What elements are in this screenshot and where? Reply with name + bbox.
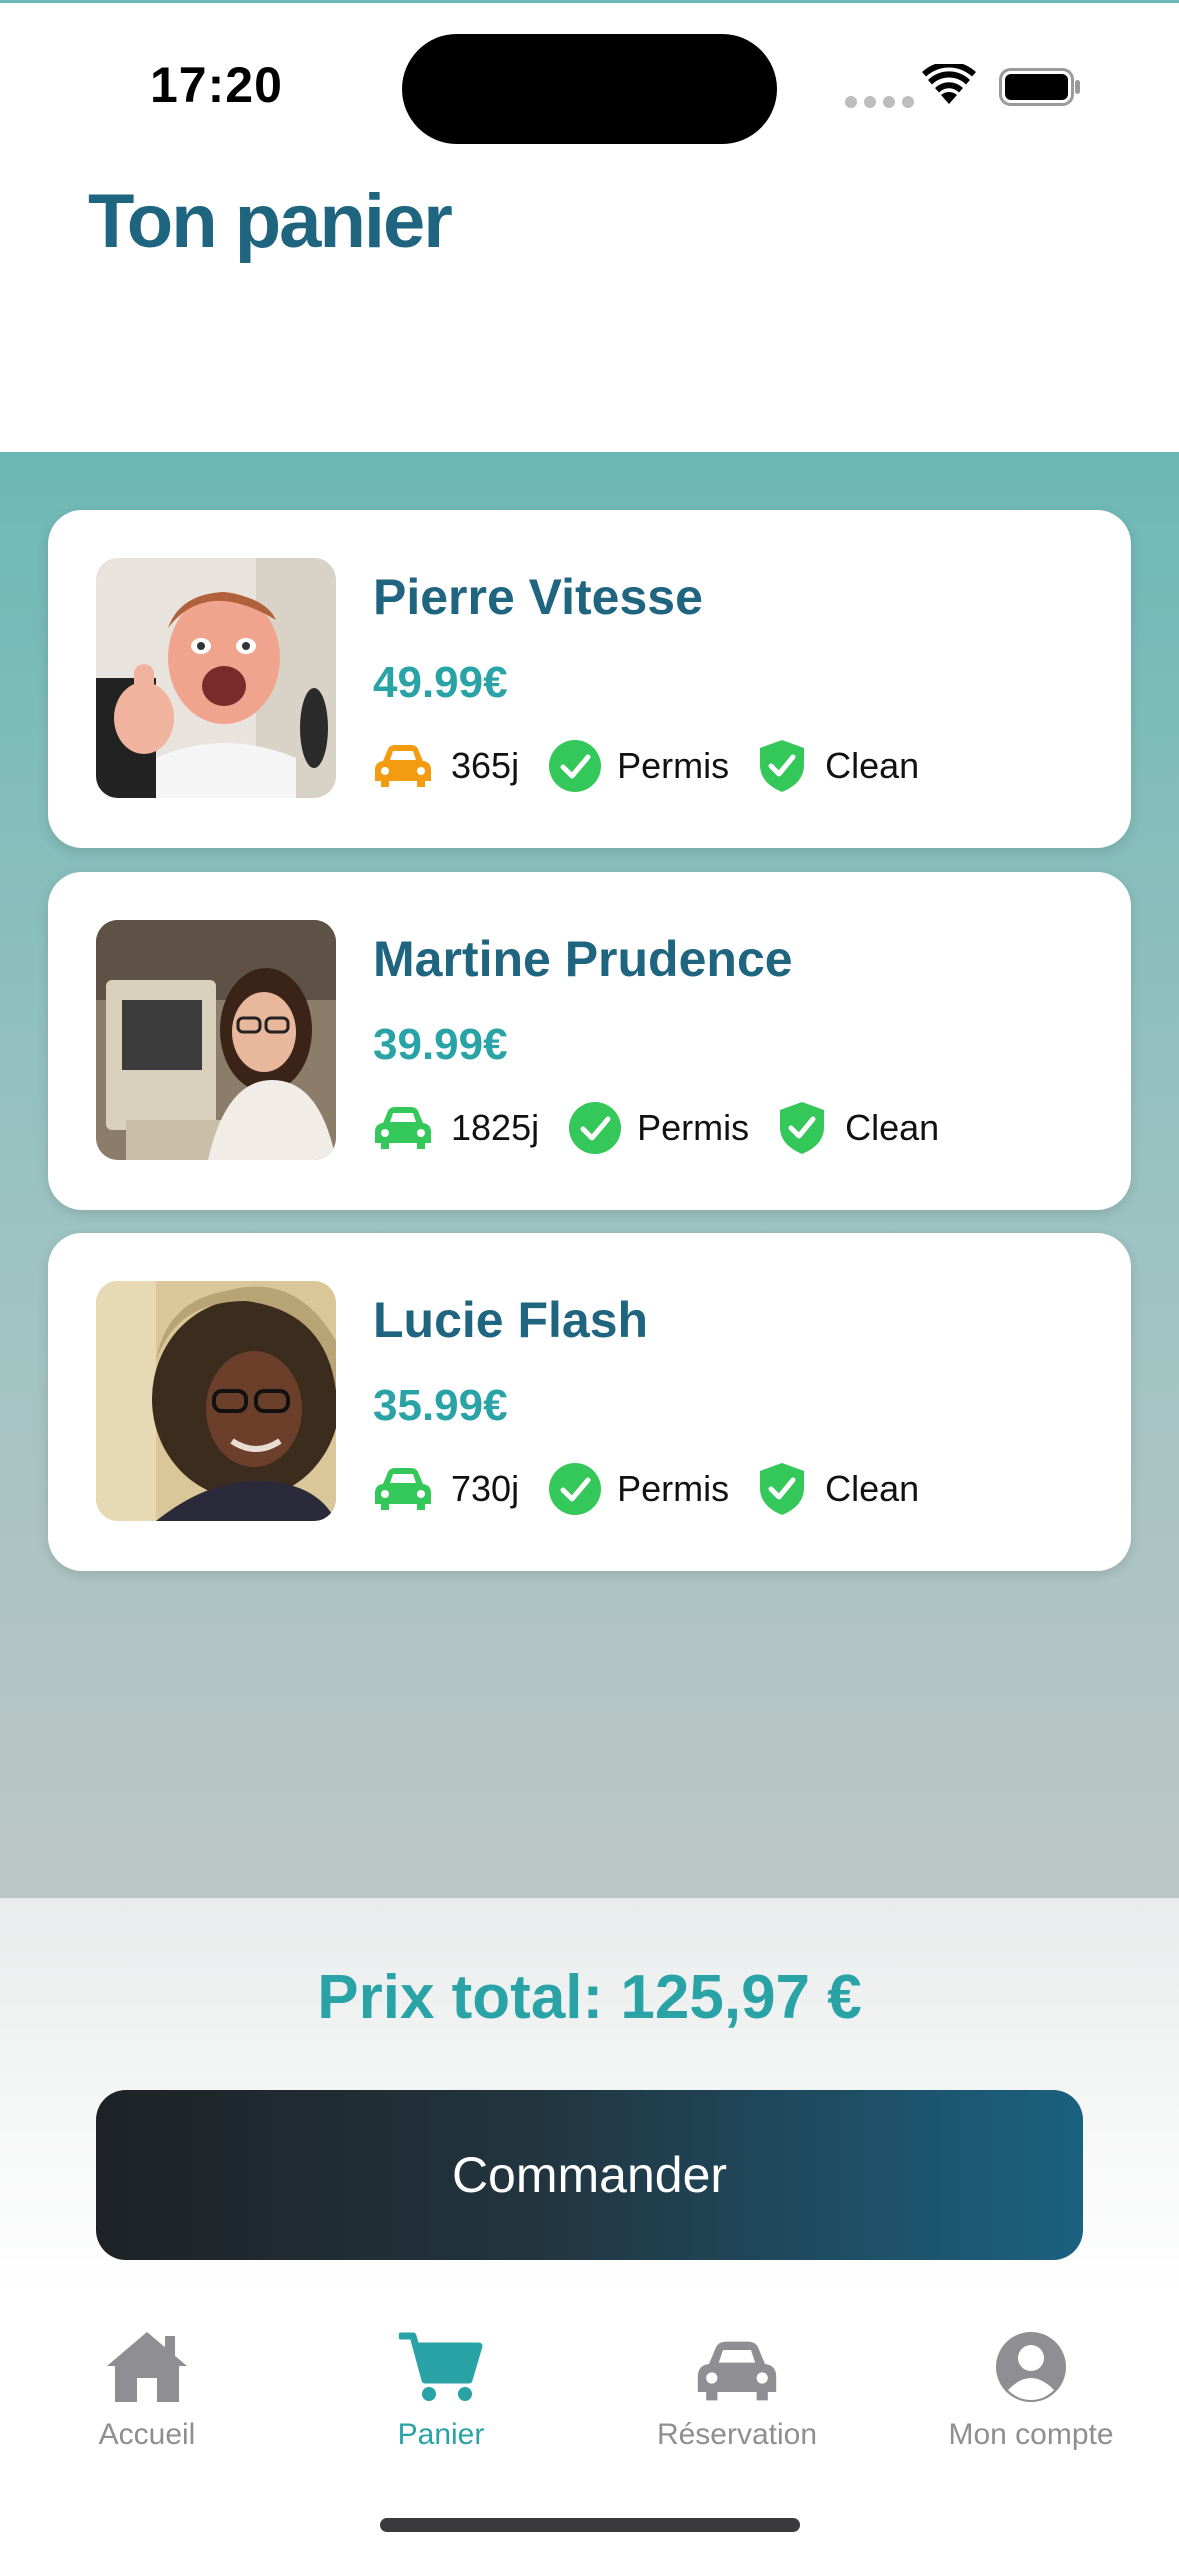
avatar-photo-lucie <box>96 1281 336 1521</box>
shield-check-icon <box>760 1463 805 1515</box>
item-meta: 1825j Permis Clean <box>373 1100 939 1156</box>
cart-icon <box>399 2332 483 2401</box>
cart-item-card[interactable]: Lucie Flash 35.99€ 730j Permis Clean <box>48 1233 1131 1571</box>
instructor-name: Lucie Flash <box>373 1292 649 1348</box>
item-price: 39.99€ <box>373 1020 508 1069</box>
home-indicator <box>380 2518 800 2532</box>
instructor-name: Martine Prudence <box>373 931 793 987</box>
cart-list: Pierre Vitesse 49.99€ 365j Permis Clean <box>0 452 1179 1898</box>
car-icon <box>375 1468 431 1510</box>
page-title: Ton panier <box>88 179 453 264</box>
instructor-name: Pierre Vitesse <box>373 569 703 625</box>
check-circle-icon <box>549 740 602 792</box>
tab-label: Panier <box>397 2418 485 2451</box>
tab-account[interactable]: Mon compte <box>884 2320 1178 2452</box>
tab-label: Mon compte <box>948 2418 1114 2451</box>
cellular-signal-icon <box>845 96 914 108</box>
tab-label: Accueil <box>98 2418 196 2451</box>
item-price: 35.99€ <box>373 1381 508 1430</box>
clean-label: Clean <box>825 1468 920 1509</box>
battery-icon <box>999 68 1080 106</box>
car-icon <box>375 745 431 787</box>
dynamic-island <box>402 34 777 144</box>
tab-reservation[interactable]: Réservation <box>590 2320 884 2452</box>
account-icon <box>996 2332 1066 2402</box>
avatar-photo-martine <box>96 920 336 1160</box>
tab-label: Réservation <box>656 2418 818 2451</box>
check-circle-icon <box>569 1102 622 1154</box>
item-price: 49.99€ <box>373 658 508 707</box>
permis-label: Permis <box>617 1468 730 1509</box>
tab-cart[interactable]: Panier <box>294 2320 588 2452</box>
cart-item-card[interactable]: Pierre Vitesse 49.99€ 365j Permis Clean <box>48 510 1131 848</box>
item-meta: 730j Permis Clean <box>373 1461 919 1517</box>
home-icon <box>107 2332 187 2402</box>
item-meta: 365j Permis Clean <box>373 738 919 794</box>
instructor-photo <box>96 1281 336 1521</box>
permis-label: Permis <box>637 1107 750 1148</box>
status-time: 17:20 <box>150 57 283 113</box>
shield-check-icon <box>780 1102 825 1154</box>
instructor-photo <box>96 558 336 798</box>
clean-label: Clean <box>825 745 920 786</box>
order-button[interactable]: Commander <box>96 2090 1083 2260</box>
permis-label: Permis <box>617 745 730 786</box>
avatar-photo-pierre <box>96 558 336 798</box>
wifi-icon <box>922 64 976 104</box>
check-circle-icon <box>549 1463 602 1515</box>
experience-days: 365j <box>451 745 520 786</box>
instructor-photo <box>96 920 336 1160</box>
experience-days: 730j <box>451 1468 520 1509</box>
car-icon <box>697 2341 777 2401</box>
status-bar: 17:20 <box>0 0 1179 170</box>
experience-days: 1825j <box>451 1107 540 1148</box>
total-price: Prix total: 125,97 € <box>317 1963 862 2032</box>
car-icon <box>375 1107 431 1149</box>
shield-check-icon <box>760 740 805 792</box>
cart-item-card[interactable]: Martine Prudence 39.99€ 1825j Permis Cle… <box>48 872 1131 1210</box>
clean-label: Clean <box>845 1107 940 1148</box>
tab-home[interactable]: Accueil <box>0 2320 294 2452</box>
